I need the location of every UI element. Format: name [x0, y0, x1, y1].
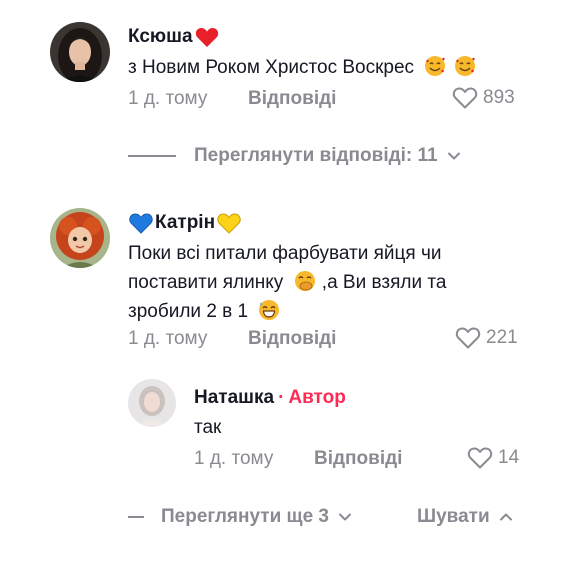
reply-timestamp: 1 д. тому [194, 448, 274, 469]
heart-outline-icon [452, 87, 478, 109]
reply-button[interactable]: Відповіді [314, 447, 402, 471]
like-count: 893 [483, 87, 515, 108]
comment-timestamp: 1 д. тому [128, 328, 208, 349]
comment-text: Поки всі питали фарбувати яйця чи постав… [128, 243, 447, 322]
smiling-face-with-hearts-icon [454, 56, 475, 76]
heart-outline-icon [455, 327, 481, 349]
author-separator: · [278, 387, 285, 408]
like-count: 14 [498, 447, 520, 468]
comment-text: з Новим Роком Христос Воскрес [128, 53, 528, 82]
chevron-down-icon [447, 152, 460, 160]
chevron-down-icon [338, 513, 351, 521]
yellow-heart-icon [217, 213, 241, 234]
blue-heart-icon [129, 213, 153, 234]
reply-text: так [194, 417, 222, 438]
face-with-hand-over-mouth-icon [294, 271, 315, 291]
view-replies-button[interactable]: Переглянути відповіді: 11 [194, 145, 462, 167]
reply-author-name[interactable]: Наташка · Автор [194, 386, 346, 410]
thread-divider [128, 516, 144, 518]
avatar-ksyusha[interactable] [50, 22, 110, 82]
comment-timestamp: 1 д. тому [128, 88, 208, 109]
like-button[interactable]: 893 [452, 86, 515, 110]
comment-author-name[interactable]: Ксюша [128, 25, 220, 49]
chevron-up-icon [499, 513, 512, 521]
smiling-face-with-hearts-icon [425, 56, 446, 76]
like-button[interactable]: 221 [455, 326, 518, 350]
reply-button[interactable]: Відповіді [248, 87, 336, 111]
avatar-natashka[interactable] [128, 379, 176, 427]
red-heart-icon [195, 27, 218, 47]
collapse-replies-button[interactable]: Шувати [417, 506, 514, 528]
heart-outline-icon [467, 447, 493, 469]
like-count: 221 [486, 327, 518, 348]
grinning-face-with-sweat-icon [259, 300, 280, 320]
avatar-katrin[interactable] [50, 208, 110, 268]
like-button[interactable]: 14 [467, 446, 519, 470]
author-badge: Автор [288, 387, 346, 408]
thread-divider [128, 155, 176, 157]
comment-author-name[interactable]: Катрін [128, 211, 242, 235]
reply-button[interactable]: Відповіді [248, 327, 336, 351]
view-more-replies-button[interactable]: Переглянути ще 3 [161, 506, 353, 528]
